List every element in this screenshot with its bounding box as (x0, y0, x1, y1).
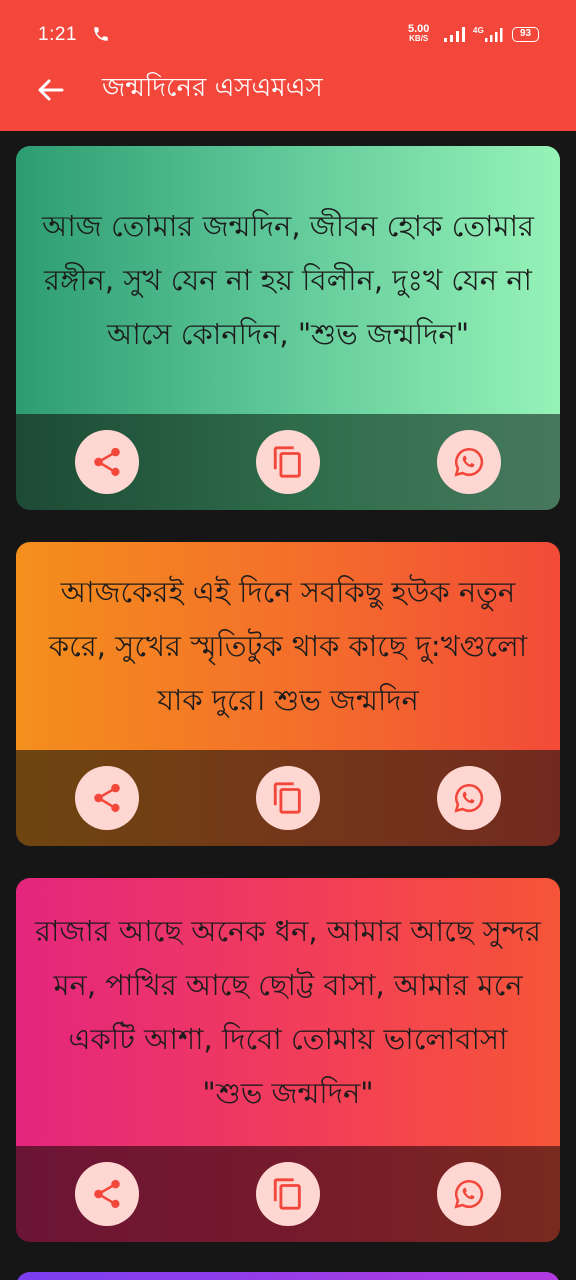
whatsapp-button[interactable] (437, 766, 502, 830)
sms-text: রাজার আছে অনেক ধন, আমার আছে সুন্দর মন, প… (16, 878, 560, 1146)
card-actions (16, 1146, 560, 1242)
sms-card: রাজার আছে অনেক ধন, আমার আছে সুন্দর মন, প… (16, 878, 560, 1242)
share-button[interactable] (74, 430, 139, 494)
share-button[interactable] (74, 766, 139, 830)
copy-icon (273, 446, 301, 478)
share-icon (93, 1179, 120, 1209)
sms-card (16, 1272, 560, 1280)
copy-icon (273, 782, 301, 814)
battery-icon: 93 (512, 27, 539, 42)
page-title: জন্মদিনের এসএমএস (102, 73, 323, 103)
sms-card: আজকেরই এই দিনে সবকিছু হউক নতুন করে, সুখে… (16, 542, 560, 846)
copy-button[interactable] (255, 430, 320, 494)
copy-icon (273, 1178, 301, 1210)
sms-card: আজ তোমার জন্মদিন, জীবন হোক তোমার রঙ্গীন,… (16, 146, 560, 510)
whatsapp-icon (454, 1179, 484, 1209)
sms-text: আজ তোমার জন্মদিন, জীবন হোক তোমার রঙ্গীন,… (16, 146, 560, 414)
net-speed: 5.00 KB/S (408, 23, 430, 44)
whatsapp-button[interactable] (437, 430, 502, 494)
card-actions (16, 414, 560, 510)
cellular-signal-icon: 4G (473, 26, 503, 42)
copy-button[interactable] (255, 1162, 320, 1226)
share-icon (93, 783, 120, 813)
share-button[interactable] (74, 1162, 139, 1226)
card-actions (16, 750, 560, 846)
status-time: 1:21 (38, 24, 77, 45)
call-icon (94, 27, 108, 41)
whatsapp-icon (454, 783, 484, 813)
whatsapp-button[interactable] (437, 1162, 502, 1226)
wifi-signal-icon (444, 27, 465, 42)
arrow-left-icon[interactable] (34, 74, 66, 106)
sms-text: আজকেরই এই দিনে সবকিছু হউক নতুন করে, সুখে… (16, 542, 560, 750)
status-bar: 1:21 5.00 KB/S 4G 93 (0, 0, 576, 68)
share-icon (93, 447, 120, 477)
whatsapp-icon (454, 447, 484, 477)
app-bar: 1:21 5.00 KB/S 4G 93 জন্মদিনের এসএমএস (0, 0, 576, 131)
copy-button[interactable] (255, 766, 320, 830)
